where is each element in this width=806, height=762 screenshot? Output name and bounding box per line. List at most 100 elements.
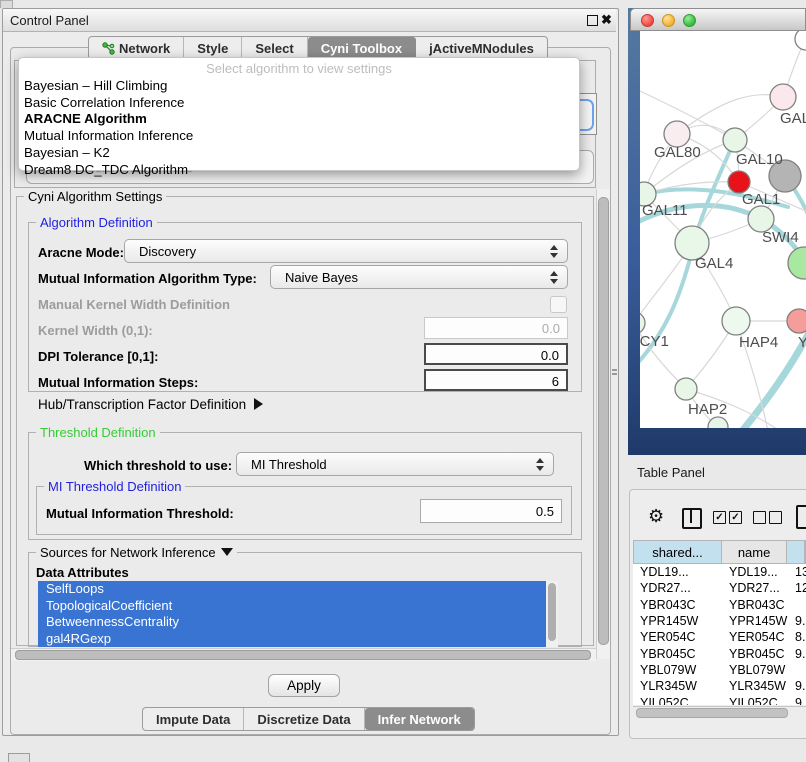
tab-cyni-toolbox[interactable]: Cyni Toolbox <box>308 37 416 59</box>
settings-vertical-thumb[interactable] <box>598 197 609 645</box>
network-icon <box>102 42 115 55</box>
tab-select[interactable]: Select <box>242 37 307 59</box>
dropdown-item-basic-correlation-inference[interactable]: Basic Correlation Inference <box>24 95 184 110</box>
hub-definition-toggle[interactable]: Hub/Transcription Factor Definition <box>38 397 263 412</box>
sources-group-toggle[interactable]: Sources for Network Inference <box>36 545 237 560</box>
manual-kernel-checkbox[interactable] <box>550 296 567 313</box>
stepper-arrows-icon <box>536 458 544 471</box>
table-row[interactable]: YER054CYER054C8. <box>633 629 806 645</box>
table-cell: YLR345W <box>722 679 788 693</box>
tab-label: Cyni Toolbox <box>321 41 402 56</box>
aracne-mode-select[interactable]: Discovery <box>124 239 568 263</box>
attribute-item-selfloops[interactable]: SelfLoops <box>38 581 558 598</box>
network-node-gcy1[interactable] <box>640 312 645 334</box>
table-row[interactable]: YDL19...YDL19...13 <box>633 564 806 580</box>
panel-splitter-grip[interactable] <box>612 369 617 377</box>
network-node-hap4[interactable] <box>722 307 750 335</box>
tab-discretize-data[interactable]: Discretize Data <box>244 708 364 730</box>
dropdown-item-dream8-dc-tdc-algorithm[interactable]: Dream8 DC_TDC Algorithm <box>24 162 188 177</box>
table-cell: YPR145W <box>722 614 788 628</box>
kernel-width-field[interactable]: 0.0 <box>424 317 568 339</box>
algorithm-dropdown-popup: Select algorithm to view settings Bayesi… <box>18 57 580 171</box>
attribute-item-betweennesscentrality[interactable]: BetweennessCentrality <box>38 614 558 631</box>
checked-checkbox-icon[interactable]: ✓ <box>713 511 726 524</box>
network-canvas[interactable]: GALGAL80GAL10GAL1GAL11SWI4GAL4GCY1HAP4YH… <box>640 31 806 428</box>
table-cell: YIL052C <box>633 696 722 705</box>
which-threshold-label: Which threshold to use: <box>84 458 232 473</box>
close-icon[interactable]: ✖ <box>601 12 612 28</box>
table-horizontal-thumb[interactable] <box>636 708 788 718</box>
network-node[interactable] <box>708 417 728 428</box>
tab-label: jActiveMNodules <box>429 41 534 56</box>
attribute-item-gal4rgexp[interactable]: gal4RGexp <box>38 631 558 648</box>
collapse-down-icon <box>221 548 233 556</box>
table-row[interactable]: YDR27...YDR27...12 <box>633 580 806 596</box>
algorithm-combo-fragment[interactable] <box>578 93 597 135</box>
node-label-swi4: SWI4 <box>762 229 799 246</box>
scrollbar-thumb[interactable] <box>548 583 556 641</box>
which-threshold-select[interactable]: MI Threshold <box>236 452 554 476</box>
tab-impute-data[interactable]: Impute Data <box>143 708 244 730</box>
node-label-gal: GAL <box>780 110 806 127</box>
tab-infer-network[interactable]: Infer Network <box>365 708 474 730</box>
network-node-gal1[interactable] <box>728 171 750 193</box>
stepper-arrows-icon <box>550 271 558 284</box>
dpi-tolerance-value: 0.0 <box>541 348 559 363</box>
settings-horizontal-thumb[interactable] <box>15 650 591 660</box>
column-header-col2[interactable] <box>787 541 805 563</box>
tab-network[interactable]: Network <box>89 37 184 59</box>
tab-style[interactable]: Style <box>184 37 242 59</box>
table-cell: YBR045C <box>722 647 788 661</box>
dropdown-item-aracne-algorithm[interactable]: ARACNE Algorithm <box>24 111 147 126</box>
checked-checkbox-icon[interactable]: ✓ <box>729 511 742 524</box>
dpi-tolerance-field[interactable]: 0.0 <box>424 343 568 365</box>
network-node-hap2[interactable] <box>675 378 697 400</box>
control-panel-title: Control Panel <box>10 13 89 28</box>
file-icon[interactable] <box>796 505 806 529</box>
mi-type-select[interactable]: Naive Bayes <box>270 265 568 289</box>
table-cell: YDL19... <box>722 565 788 579</box>
table-row[interactable]: YIL052CYIL052C9. <box>633 694 806 705</box>
network-node-gal10[interactable] <box>723 128 747 152</box>
tab-label: Select <box>255 41 293 56</box>
minimize-traffic-light-icon[interactable] <box>662 14 675 27</box>
table-row[interactable]: YLR345WYLR345W9. <box>633 678 806 694</box>
corner-tab <box>0 0 13 8</box>
close-traffic-light-icon[interactable] <box>641 14 654 27</box>
column-header-name[interactable]: name <box>722 541 787 563</box>
table-row[interactable]: YBR045CYBR045C9. <box>633 645 806 661</box>
bottom-corner-chip <box>8 753 30 762</box>
dropdown-item-mutual-information-inference[interactable]: Mutual Information Inference <box>24 128 193 143</box>
unchecked-checkbox-icon[interactable] <box>769 511 782 524</box>
network-node-gal[interactable] <box>770 84 796 110</box>
gear-icon[interactable]: ⚙ <box>648 506 664 527</box>
network-node[interactable] <box>795 31 806 50</box>
list-scrollbar[interactable] <box>546 581 558 647</box>
table-rows: YDL19...YDL19...13YDR27...YDR27...12YBR0… <box>633 564 806 705</box>
mi-steps-field[interactable]: 6 <box>424 369 568 391</box>
data-attributes-list[interactable]: SelfLoopsTopologicalCoefficientBetweenne… <box>38 581 558 647</box>
float-window-icon[interactable] <box>587 15 598 26</box>
tab-jactivemnodules[interactable]: jActiveMNodules <box>416 37 547 59</box>
apply-button[interactable]: Apply <box>268 674 340 697</box>
unchecked-checkbox-icon[interactable] <box>753 511 766 524</box>
dropdown-item-bayesian-k2[interactable]: Bayesian – K2 <box>24 145 110 160</box>
mi-threshold-label: Mutual Information Threshold: <box>46 506 234 521</box>
mi-type-value: Naive Bayes <box>285 270 358 285</box>
dropdown-item-bayesian-hill-climbing[interactable]: Bayesian – Hill Climbing <box>24 78 167 93</box>
table-row[interactable]: YPR145WYPR145W9. <box>633 613 806 629</box>
table-panel-title: Table Panel <box>637 465 705 480</box>
column-header-shared[interactable]: shared... <box>634 541 722 563</box>
network-node-y[interactable] <box>787 309 806 333</box>
mi-threshold-field[interactable]: 0.5 <box>420 499 562 523</box>
application-window: Control Panel ✖ NetworkStyle Select Cyni T… <box>0 0 806 762</box>
table-cell: YDR27... <box>722 581 788 595</box>
columns-icon[interactable] <box>682 508 702 529</box>
attribute-item-topologicalcoefficient[interactable]: TopologicalCoefficient <box>38 598 558 615</box>
tab-label: Impute Data <box>156 712 230 727</box>
zoom-traffic-light-icon[interactable] <box>683 14 696 27</box>
network-node[interactable] <box>788 247 806 279</box>
node-label-gal11: GAL11 <box>642 202 688 219</box>
table-row[interactable]: YBL079WYBL079W <box>633 662 806 678</box>
table-row[interactable]: YBR043CYBR043C <box>633 597 806 613</box>
